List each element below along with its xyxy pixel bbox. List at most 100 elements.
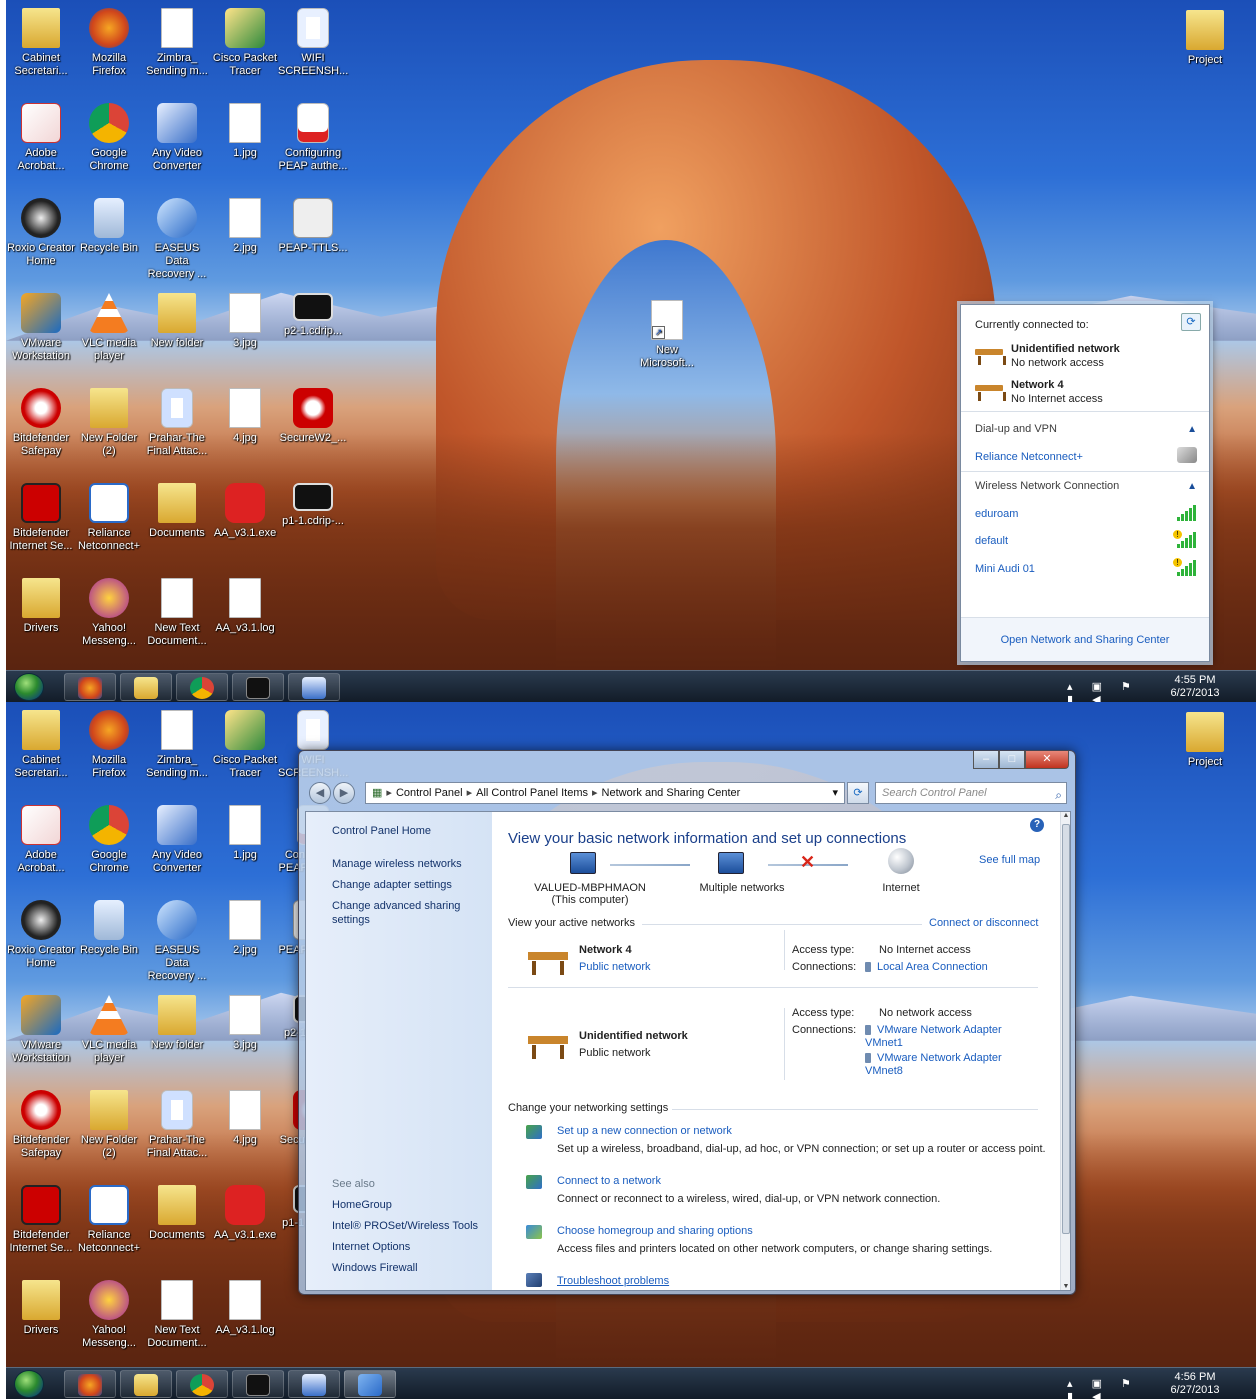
tray-icons[interactable]: ▴ ▣ ⚑ ▮ ◀	[1067, 1377, 1162, 1399]
connection-link-local-area[interactable]: Local Area Connection	[865, 961, 988, 973]
taskbar-explorer[interactable]	[120, 1370, 172, 1398]
see-also-windows-firewall[interactable]: Windows Firewall	[332, 1261, 482, 1275]
desktop-icon[interactable]: EASEUS Data Recovery ...	[142, 198, 212, 281]
refresh-icon[interactable]: ⟳	[1181, 313, 1201, 331]
desktop-icon[interactable]: Cabinet Secretari...	[6, 8, 76, 78]
task-setup-connection-link[interactable]: Set up a new connection or network	[557, 1125, 732, 1137]
desktop-icon[interactable]: Documents	[142, 1185, 212, 1242]
network-category-link[interactable]: Public network	[579, 961, 651, 973]
taskbar-chrome[interactable]	[176, 673, 228, 701]
desktop-icon[interactable]: Adobe Acrobat...	[6, 805, 76, 875]
desktop-icon[interactable]: Roxio Creator Home	[6, 198, 76, 268]
desktop-icon[interactable]: Zimbra_ Sending m...	[142, 710, 212, 780]
desktop-icon[interactable]: New folder	[142, 995, 212, 1052]
desktop-icon[interactable]: Cisco Packet Tracer	[210, 710, 280, 780]
desktop-icon[interactable]: Bitdefender Safepay	[6, 388, 76, 458]
desktop-icon[interactable]: Bitdefender Internet Se...	[6, 1185, 76, 1255]
start-button[interactable]	[14, 673, 44, 701]
dialup-vpn-header[interactable]: Dial-up and VPN	[975, 423, 1057, 435]
taskbar-firefox[interactable]	[64, 673, 116, 701]
desktop-icon[interactable]: 3.jpg	[210, 995, 280, 1052]
desktop-icon[interactable]: Reliance Netconnect+	[74, 1185, 144, 1255]
nav-advanced-sharing[interactable]: Change advanced sharing settings	[332, 899, 482, 927]
dropdown-arrow-icon[interactable]: ▾	[832, 783, 838, 803]
desktop-icon[interactable]: AA_v3.1.log	[210, 1280, 280, 1337]
desktop-icon[interactable]: Drivers	[6, 1280, 76, 1337]
wifi-item-mini-audi[interactable]: Mini Audi 01	[975, 563, 1035, 575]
help-icon[interactable]: ?	[1030, 818, 1044, 832]
nav-control-panel-home[interactable]: Control Panel Home	[332, 824, 482, 838]
desktop-icon[interactable]: Cabinet Secretari...	[6, 710, 76, 780]
desktop-icon[interactable]: New Microsoft...	[632, 300, 702, 370]
desktop-icon[interactable]: Drivers	[6, 578, 76, 635]
desktop-icon[interactable]: p1-1.cdrip-...	[278, 483, 348, 528]
desktop-icon[interactable]: Yahoo! Messeng...	[74, 578, 144, 648]
see-full-map-link[interactable]: See full map	[979, 854, 1040, 866]
see-also-intel-proset[interactable]: Intel® PROSet/Wireless Tools	[332, 1219, 482, 1233]
connect-disconnect-link[interactable]: Connect or disconnect	[929, 917, 1038, 929]
breadcrumb-item[interactable]: Control Panel	[396, 787, 463, 799]
desktop-icon[interactable]: New Text Document...	[142, 1280, 212, 1350]
desktop-icon[interactable]: 4.jpg	[210, 388, 280, 445]
desktop-icon[interactable]: Recycle Bin	[74, 900, 144, 957]
desktop-icon[interactable]: Documents	[142, 483, 212, 540]
scroll-up-arrow-icon[interactable]: ▲	[1061, 812, 1070, 819]
desktop-icon[interactable]: EASEUS Data Recovery ...	[142, 900, 212, 983]
desktop-icon[interactable]: Mozilla Firefox	[74, 710, 144, 780]
wifi-item-default[interactable]: default	[975, 535, 1008, 547]
desktop-icon[interactable]: p2-1.cdrip...	[278, 293, 348, 338]
desktop-icon[interactable]: VLC media player	[74, 293, 144, 363]
taskbar-word[interactable]	[288, 1370, 340, 1398]
collapse-chevron-icon[interactable]: ▲	[1187, 481, 1197, 492]
back-button[interactable]: ◀	[309, 782, 331, 804]
nav-manage-wireless[interactable]: Manage wireless networks	[332, 857, 482, 871]
scroll-down-arrow-icon[interactable]: ▼	[1061, 1283, 1070, 1290]
breadcrumb-item[interactable]: All Control Panel Items	[476, 787, 588, 799]
minimize-button[interactable]: –	[973, 751, 999, 769]
desktop-icon[interactable]: Any Video Converter	[142, 103, 212, 173]
desktop-icon[interactable]: New Text Document...	[142, 578, 212, 648]
desktop-icon[interactable]: VLC media player	[74, 995, 144, 1065]
desktop-icon[interactable]: Bitdefender Internet Se...	[6, 483, 76, 553]
search-icon[interactable]: ⌕	[1055, 785, 1062, 805]
desktop-icon[interactable]: 3.jpg	[210, 293, 280, 350]
flyout-network-item[interactable]: Network 4 No Internet access	[975, 379, 1195, 411]
clock[interactable]: 4:56 PM 6/27/2013	[1160, 1371, 1230, 1397]
desktop-icon[interactable]: 1.jpg	[210, 805, 280, 862]
maximize-button[interactable]: □	[999, 751, 1025, 769]
desktop-icon[interactable]: Any Video Converter	[142, 805, 212, 875]
search-input[interactable]: Search Control Panel ⌕	[875, 782, 1067, 804]
taskbar-control-panel[interactable]	[344, 1370, 396, 1398]
clock[interactable]: 4:55 PM 6/27/2013	[1160, 674, 1230, 700]
forward-button[interactable]: ▶	[333, 782, 355, 804]
wifi-item-eduroam[interactable]: eduroam	[975, 508, 1018, 520]
desktop-icon[interactable]: Project	[1170, 10, 1240, 67]
taskbar-word[interactable]	[288, 673, 340, 701]
breadcrumb-item[interactable]: Network and Sharing Center	[602, 787, 741, 799]
desktop-icon[interactable]: 2.jpg	[210, 198, 280, 255]
desktop-icon[interactable]: PEAP-TTLS...	[278, 198, 348, 255]
desktop-icon[interactable]: Recycle Bin	[74, 198, 144, 255]
desktop-icon[interactable]: Zimbra_ Sending m...	[142, 8, 212, 78]
desktop-icon[interactable]: Prahar-The Final Attac...	[142, 1090, 212, 1160]
connection-link-vmnet8[interactable]: VMware Network Adapter VMnet8	[865, 1052, 1015, 1078]
desktop-icon[interactable]: WIFI SCREENSH...	[278, 8, 348, 78]
desktop-icon[interactable]: SecureW2_...	[278, 388, 348, 445]
desktop-icon[interactable]: VMware Workstation	[6, 995, 76, 1065]
taskbar-cmd[interactable]	[232, 1370, 284, 1398]
desktop-icon[interactable]: Configuring PEAP authe...	[278, 103, 348, 173]
desktop-icon[interactable]: New Folder (2)	[74, 1090, 144, 1160]
desktop-icon[interactable]: Google Chrome	[74, 103, 144, 173]
taskbar-explorer[interactable]	[120, 673, 172, 701]
desktop-icon[interactable]: AA_v3.1.log	[210, 578, 280, 635]
desktop-icon[interactable]: Cisco Packet Tracer	[210, 8, 280, 78]
nav-change-adapter[interactable]: Change adapter settings	[332, 878, 482, 892]
desktop-icon[interactable]: Yahoo! Messeng...	[74, 1280, 144, 1350]
desktop-icon[interactable]: Roxio Creator Home	[6, 900, 76, 970]
desktop-icon[interactable]: AA_v3.1.exe	[210, 483, 280, 540]
desktop-icon[interactable]: Bitdefender Safepay	[6, 1090, 76, 1160]
desktop-icon[interactable]: New folder	[142, 293, 212, 350]
flyout-network-item[interactable]: Unidentified network No network access	[975, 343, 1195, 375]
desktop-icon[interactable]: 2.jpg	[210, 900, 280, 957]
desktop-icon[interactable]: Google Chrome	[74, 805, 144, 875]
